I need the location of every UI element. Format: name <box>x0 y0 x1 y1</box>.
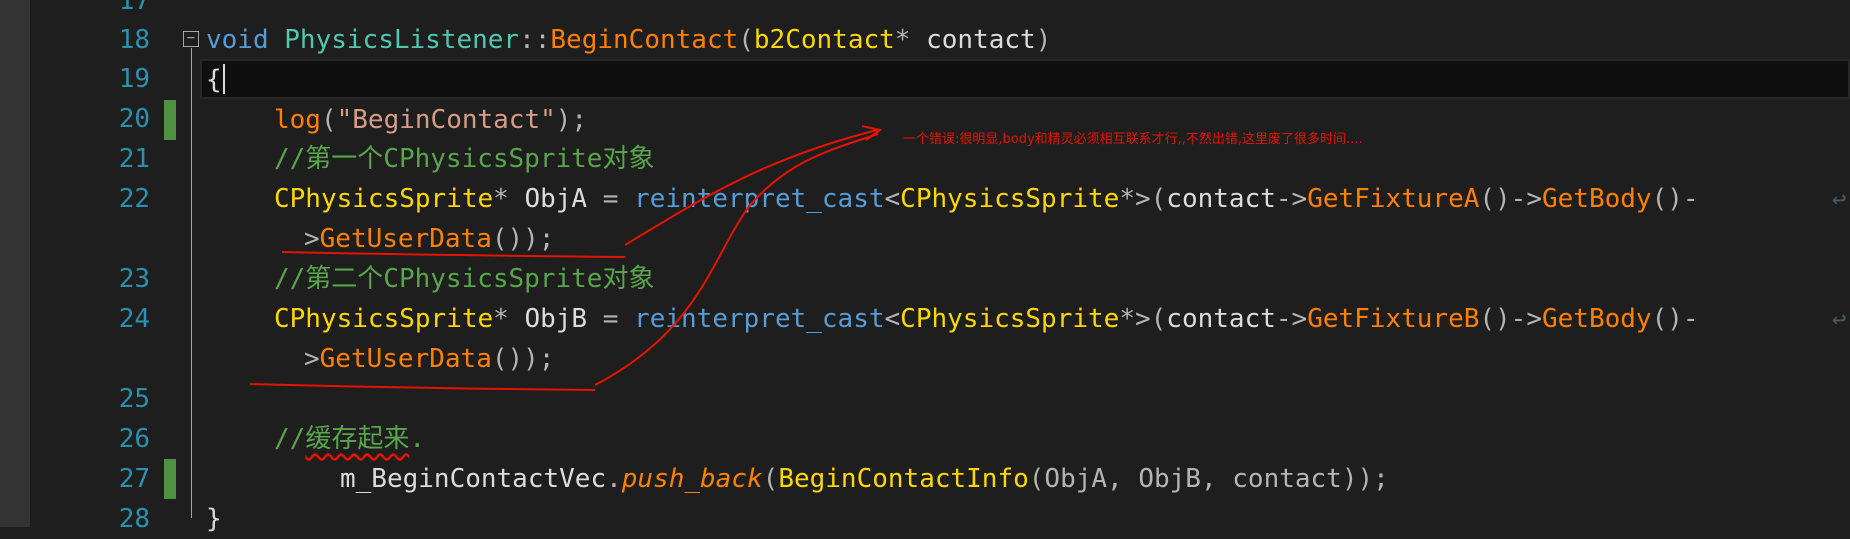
arrow-stroke-lower <box>594 133 879 386</box>
ink-annotation-text: 一个错误:很明显,body和精灵必须相互联系才行,,不然出错,这里废了很多时间.… <box>903 132 1363 147</box>
code-editor[interactable]: 17 18 19 20 21 22 23 24 25 26 27 28 − vo… <box>0 0 1850 534</box>
underline-line-24 <box>249 383 596 391</box>
ink-annotation <box>249 125 883 391</box>
underline-line-22 <box>281 251 626 258</box>
